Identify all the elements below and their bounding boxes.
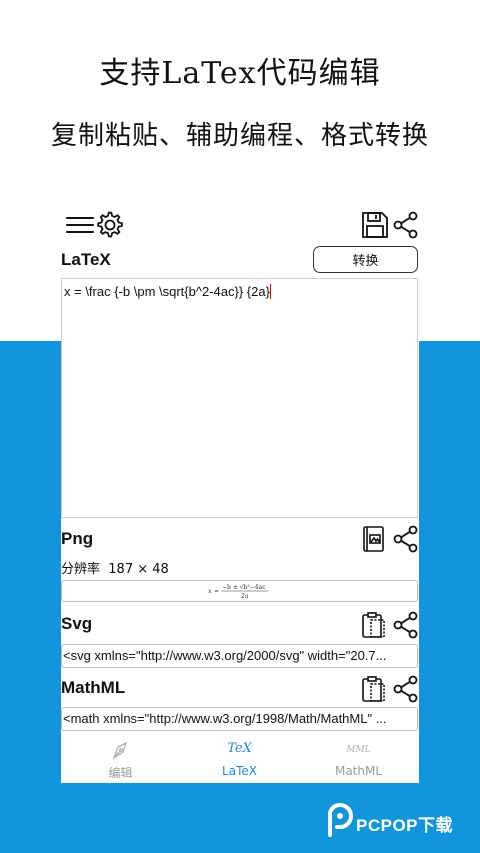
nav-tab-latex[interactable]: TeX LaTeX bbox=[180, 732, 299, 783]
formula-denominator: 2a bbox=[240, 593, 249, 600]
watermark-text: PCPOP下载 bbox=[356, 816, 454, 835]
formula-x: x bbox=[208, 588, 212, 595]
tex-icon: TeX bbox=[227, 741, 252, 756]
formula-eq: = bbox=[214, 588, 219, 595]
copy-mathml-icon[interactable] bbox=[361, 675, 387, 703]
nav-tab-mathml[interactable]: MML MathML bbox=[299, 732, 418, 783]
headline-subtitle: 复制粘贴、辅助编程、格式转换 bbox=[50, 121, 429, 151]
app-screen: LaTeX 转换 x = \frac {-b \pm \sqrt{b^2-4ac… bbox=[61, 200, 419, 783]
resolution-value: 187 × 48 bbox=[108, 562, 169, 577]
save-icon[interactable] bbox=[360, 210, 390, 240]
mathml-section-title: MathML bbox=[61, 678, 126, 697]
mathml-code-field[interactable]: <math xmlns="http://www.w3.org/1998/Math… bbox=[61, 707, 418, 731]
share-icon[interactable] bbox=[391, 210, 421, 240]
formula-numerator: −b ± √b²−4ac bbox=[222, 584, 266, 591]
png-preview: x = −b ± √b²−4ac 2a bbox=[61, 580, 418, 602]
latex-input[interactable]: x = \frac {-b \pm \sqrt{b^2-4ac}} {2a} bbox=[61, 278, 418, 518]
settings-icon[interactable] bbox=[95, 210, 125, 240]
pcpop-logo-icon bbox=[328, 803, 353, 837]
nav-tab-edit[interactable]: 编辑 bbox=[61, 732, 180, 783]
nav-label-latex: LaTeX bbox=[222, 764, 257, 778]
svg-section-title: Svg bbox=[61, 614, 93, 633]
latex-section-title: LaTeX bbox=[61, 250, 111, 269]
latex-input-text: x = \frac {-b \pm \sqrt{b^2-4ac}} {2a} bbox=[64, 284, 270, 299]
png-section-title: Png bbox=[61, 529, 94, 548]
nav-label-edit: 编辑 bbox=[108, 766, 133, 780]
formula-image: x = −b ± √b²−4ac 2a bbox=[208, 584, 268, 600]
watermark: PCPOP下载 bbox=[326, 803, 476, 839]
share-mathml-icon[interactable] bbox=[391, 674, 421, 704]
svg-code-field[interactable]: <svg xmlns="http://www.w3.org/2000/svg" … bbox=[61, 644, 418, 668]
mml-icon: MML bbox=[346, 745, 371, 755]
convert-button[interactable]: 转换 bbox=[313, 246, 418, 273]
toolbar bbox=[61, 206, 419, 242]
save-image-icon[interactable] bbox=[361, 525, 387, 553]
text-caret bbox=[269, 284, 272, 299]
share-svg-icon[interactable] bbox=[391, 610, 421, 640]
share-png-icon[interactable] bbox=[391, 524, 421, 554]
headline-title: 支持LaTex代码编辑 bbox=[99, 56, 381, 91]
nav-label-mathml: MathML bbox=[334, 764, 383, 778]
menu-icon[interactable] bbox=[65, 210, 95, 240]
bottom-nav: 编辑 TeX LaTeX MML MathML bbox=[61, 732, 419, 783]
resolution-label: 分辨率 bbox=[61, 562, 101, 577]
resolution-info: 分辨率 187 × 48 bbox=[61, 558, 169, 577]
copy-svg-icon[interactable] bbox=[361, 611, 387, 639]
pen-icon bbox=[61, 741, 180, 761]
